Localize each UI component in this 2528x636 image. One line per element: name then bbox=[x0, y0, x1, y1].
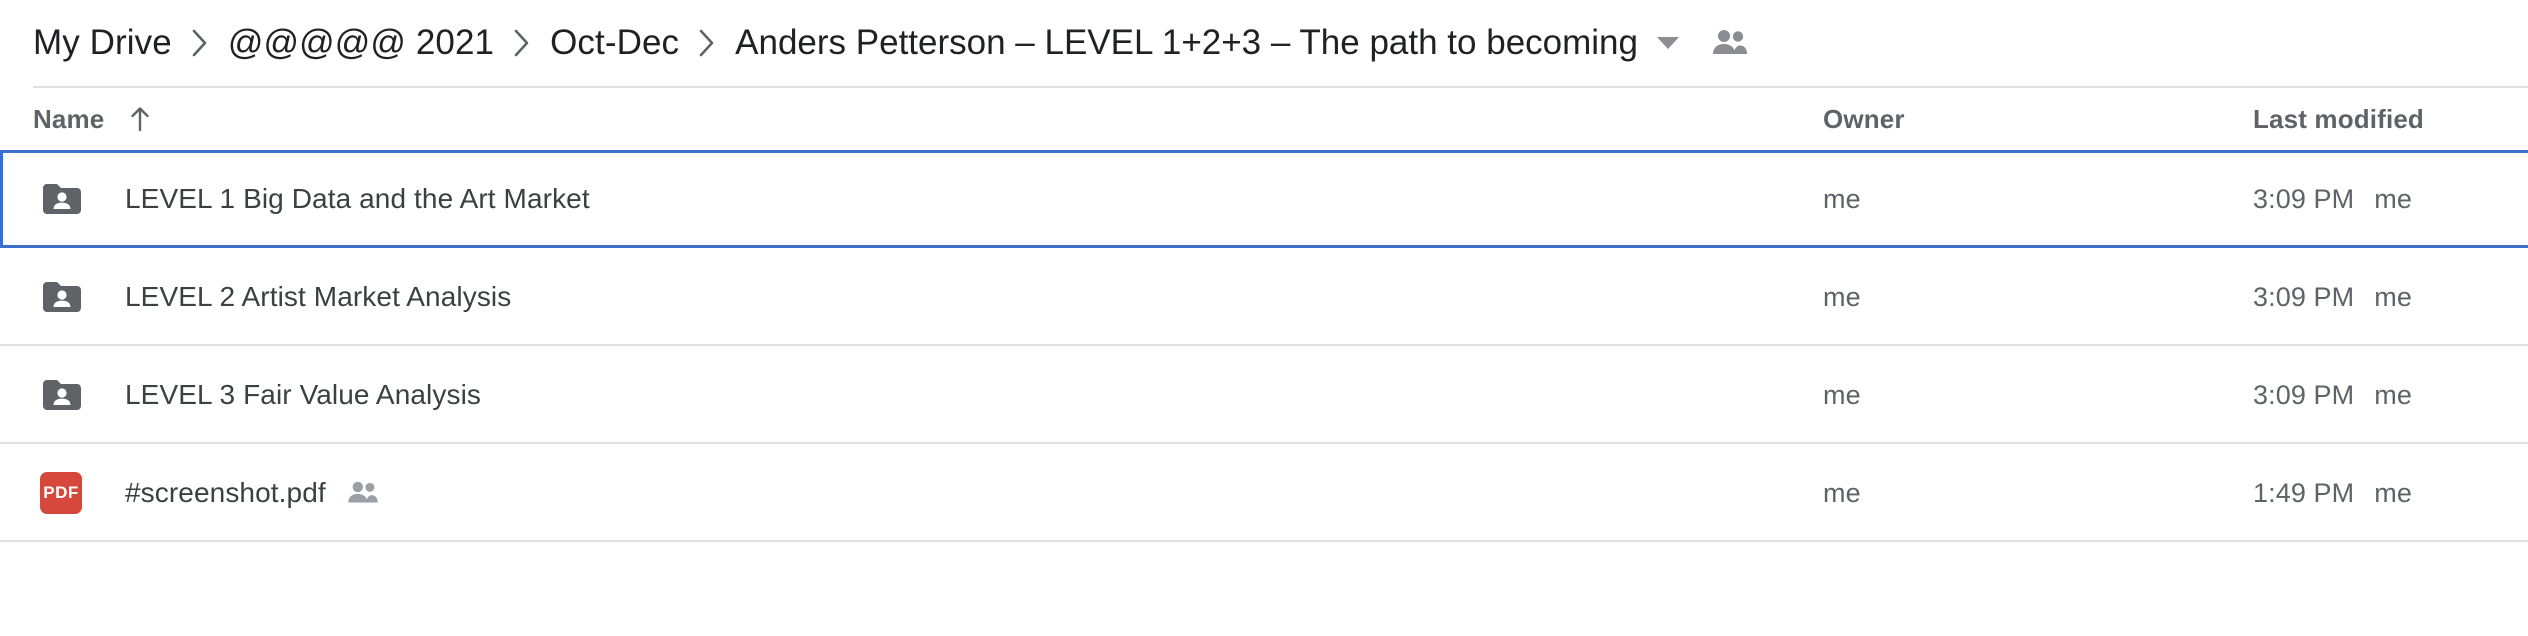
file-modified-by: me bbox=[2374, 379, 2412, 410]
file-modified-by: me bbox=[2374, 281, 2412, 312]
table-row[interactable]: LEVEL 3 Fair Value Analysis me 3:09 PM me bbox=[0, 346, 2528, 444]
file-owner: me bbox=[1823, 183, 1861, 214]
file-last-modified: 3:09 PM me bbox=[2253, 380, 2528, 411]
file-name-cell: PDF #screenshot.pdf bbox=[33, 472, 1823, 514]
pdf-file-icon: PDF bbox=[40, 472, 100, 514]
shared-folder-icon bbox=[40, 376, 100, 414]
breadcrumb-item-year[interactable]: @@@@@ 2021 bbox=[228, 23, 494, 63]
file-owner: me bbox=[1823, 379, 1861, 410]
column-header-last-modified[interactable]: Last modified bbox=[2253, 104, 2528, 135]
file-modified-time: 3:09 PM bbox=[2253, 183, 2355, 214]
file-name-cell: LEVEL 1 Big Data and the Art Market bbox=[33, 180, 1823, 218]
table-row[interactable]: LEVEL 2 Artist Market Analysis me 3:09 P… bbox=[0, 248, 2528, 346]
breadcrumb-item-my-drive[interactable]: My Drive bbox=[33, 23, 172, 63]
file-list: LEVEL 1 Big Data and the Art Market me 3… bbox=[0, 150, 2528, 542]
breadcrumb: My Drive @@@@@ 2021 Oct-Dec Anders Pette… bbox=[0, 0, 2528, 86]
file-name-label: LEVEL 2 Artist Market Analysis bbox=[125, 281, 512, 312]
file-modified-by: me bbox=[2374, 183, 2412, 214]
file-modified-by: me bbox=[2374, 477, 2412, 508]
file-modified-time: 3:09 PM bbox=[2253, 281, 2355, 312]
file-owner: me bbox=[1823, 281, 1861, 312]
column-header-name-label: Name bbox=[33, 103, 105, 134]
file-name-label: #screenshot.pdf bbox=[125, 477, 326, 508]
chevron-right-icon bbox=[172, 27, 228, 59]
column-header-owner[interactable]: Owner bbox=[1823, 104, 2253, 135]
file-name-label: LEVEL 1 Big Data and the Art Market bbox=[125, 183, 590, 214]
file-name-cell: LEVEL 3 Fair Value Analysis bbox=[33, 376, 1823, 414]
file-last-modified: 3:09 PM me bbox=[2253, 184, 2528, 215]
file-name-cell: LEVEL 2 Artist Market Analysis bbox=[33, 278, 1823, 316]
shared-folder-icon bbox=[40, 278, 100, 316]
people-shared-icon[interactable] bbox=[346, 480, 380, 506]
chevron-right-icon bbox=[494, 27, 550, 59]
breadcrumb-item-quarter[interactable]: Oct-Dec bbox=[550, 23, 679, 63]
people-shared-icon[interactable] bbox=[1702, 28, 1758, 58]
file-last-modified: 1:49 PM me bbox=[2253, 478, 2528, 509]
file-modified-time: 1:49 PM bbox=[2253, 477, 2355, 508]
arrow-up-icon[interactable] bbox=[126, 104, 154, 134]
breadcrumb-item-current-folder[interactable]: Anders Petterson – LEVEL 1+2+3 – The pat… bbox=[735, 23, 1638, 63]
file-name-label: LEVEL 3 Fair Value Analysis bbox=[125, 379, 481, 410]
file-modified-time: 3:09 PM bbox=[2253, 379, 2355, 410]
chevron-down-icon[interactable] bbox=[1638, 37, 1698, 49]
table-row[interactable]: PDF #screenshot.pdf me 1:49 PM me bbox=[0, 444, 2528, 542]
table-row[interactable]: LEVEL 1 Big Data and the Art Market me 3… bbox=[0, 150, 2528, 248]
file-owner: me bbox=[1823, 477, 1861, 508]
shared-folder-icon bbox=[40, 180, 100, 218]
column-header-name[interactable]: Name bbox=[33, 104, 1823, 135]
pdf-icon-label: PDF bbox=[43, 483, 79, 502]
table-header-row: Name Owner Last modified bbox=[0, 88, 2528, 150]
file-last-modified: 3:09 PM me bbox=[2253, 282, 2528, 313]
chevron-right-icon bbox=[679, 27, 735, 59]
